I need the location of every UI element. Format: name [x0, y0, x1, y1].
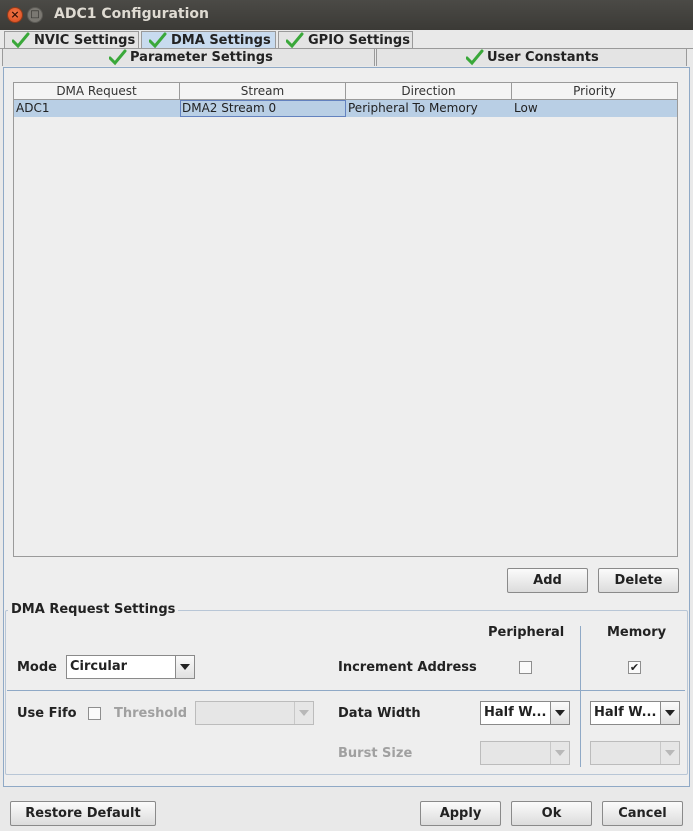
tab-user-constants[interactable]: User Constants [376, 48, 687, 66]
column-header-priority[interactable]: Priority [512, 83, 677, 100]
window-title: ADC1 Configuration [54, 6, 209, 22]
mode-select[interactable]: Circular [66, 655, 195, 679]
apply-button[interactable]: Apply [420, 801, 501, 826]
check-icon [286, 32, 304, 49]
check-icon [109, 49, 127, 66]
cell-dma-request[interactable]: ADC1 [14, 100, 180, 117]
chevron-down-icon [660, 742, 679, 764]
tab-label: NVIC Settings [34, 33, 136, 48]
add-button[interactable]: Add [507, 568, 588, 593]
burst-size-label: Burst Size [338, 746, 413, 761]
delete-button[interactable]: Delete [598, 568, 679, 593]
memory-data-width-value: Half W... [594, 705, 657, 720]
memory-increment-checkbox[interactable]: ✔ [628, 661, 641, 674]
tab-label: User Constants [487, 50, 599, 65]
peripheral-increment-checkbox[interactable] [519, 661, 532, 674]
chevron-down-icon[interactable] [660, 702, 679, 724]
chevron-down-icon [550, 742, 569, 764]
column-separator [580, 626, 581, 767]
tab-label: DMA Settings [171, 33, 271, 48]
ok-button[interactable]: Ok [511, 801, 592, 826]
increment-address-label: Increment Address [338, 660, 477, 675]
peripheral-burst-size-select [480, 741, 570, 765]
peripheral-data-width-value: Half W... [484, 705, 547, 720]
threshold-select [195, 701, 314, 725]
memory-column-label: Memory [607, 625, 667, 640]
cell-direction[interactable]: Peripheral To Memory [346, 100, 512, 117]
cancel-button[interactable]: Cancel [602, 801, 683, 826]
check-icon [12, 32, 30, 49]
chevron-down-icon [294, 702, 313, 724]
tab-label: GPIO Settings [308, 33, 410, 48]
title-bar: × □ ADC1 Configuration [0, 0, 693, 30]
group-title: DMA Request Settings [8, 602, 179, 617]
threshold-label: Threshold [114, 706, 188, 721]
mode-label: Mode [17, 660, 57, 675]
check-icon [149, 32, 167, 49]
data-width-label: Data Width [338, 706, 421, 721]
peripheral-data-width-select[interactable]: Half W... [480, 701, 570, 725]
column-header-direction[interactable]: Direction [346, 83, 512, 100]
tab-nvic-settings[interactable]: NVIC Settings [4, 31, 139, 49]
check-icon [466, 49, 484, 66]
peripheral-column-label: Peripheral [488, 625, 565, 640]
chevron-down-icon[interactable] [175, 656, 194, 678]
tab-label: Parameter Settings [130, 50, 273, 65]
memory-data-width-select[interactable]: Half W... [590, 701, 680, 725]
tab-gpio-settings[interactable]: GPIO Settings [278, 31, 413, 49]
use-fifo-checkbox[interactable] [88, 707, 101, 720]
restore-default-button[interactable]: Restore Default [10, 801, 156, 826]
close-window-button[interactable]: × [7, 7, 23, 23]
dma-request-table[interactable]: DMA Request Stream Direction Priority AD… [13, 82, 678, 557]
cell-priority[interactable]: Low [512, 100, 677, 117]
row-separator [7, 690, 685, 691]
use-fifo-label: Use Fifo [17, 706, 77, 721]
memory-burst-size-select [590, 741, 680, 765]
maximize-window-button[interactable]: □ [27, 7, 43, 23]
tab-parameter-settings[interactable]: Parameter Settings [2, 48, 375, 66]
column-header-stream[interactable]: Stream [180, 83, 346, 100]
mode-value: Circular [70, 659, 128, 674]
table-row[interactable]: ADC1 DMA2 Stream 0 Peripheral To Memory … [14, 100, 677, 117]
chevron-down-icon[interactable] [550, 702, 569, 724]
tab-dma-settings[interactable]: DMA Settings [141, 31, 276, 49]
cell-stream[interactable]: DMA2 Stream 0 [180, 100, 346, 117]
column-header-dma-request[interactable]: DMA Request [14, 83, 180, 100]
